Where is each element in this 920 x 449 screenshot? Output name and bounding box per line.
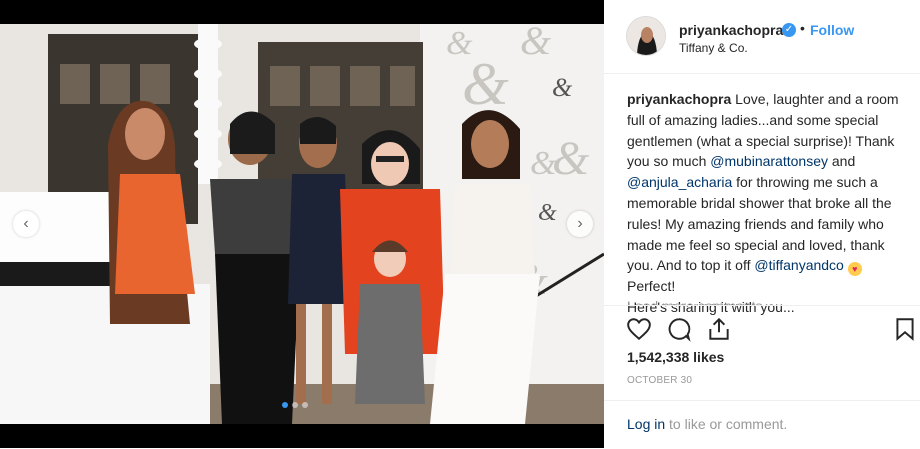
verified-badge-icon: ✓ (782, 23, 796, 37)
post-sidebar: priyankachopra ✓ • Follow Tiffany & Co. … (604, 0, 920, 448)
avatar[interactable] (626, 16, 666, 56)
svg-text:&: & (552, 132, 590, 185)
post-date[interactable]: OCTOBER 30 (627, 375, 692, 386)
login-prompt: Log in to like or comment. (627, 416, 787, 432)
comment-button[interactable] (666, 316, 692, 342)
caption-text: and (827, 153, 856, 170)
follow-button[interactable]: Follow (810, 22, 854, 38)
photo-pane: & & & & & & & & (0, 0, 604, 448)
mention-link[interactable]: @anjula_acharia (627, 174, 732, 190)
login-link[interactable]: Log in (627, 416, 665, 432)
caption-username[interactable]: priyankachopra (627, 91, 731, 107)
separator-dot: • (800, 20, 805, 36)
avatar-image (627, 17, 665, 55)
chevron-right-icon: › (577, 215, 583, 232)
location-link[interactable]: Tiffany & Co. (679, 41, 748, 55)
bookmark-icon (896, 318, 914, 341)
save-button[interactable] (892, 316, 918, 342)
share-button[interactable] (706, 316, 732, 342)
comment-icon (668, 318, 691, 342)
carousel-dot (282, 402, 288, 408)
username-link[interactable]: priyankachopra (679, 22, 783, 38)
next-photo-button[interactable]: › (567, 211, 593, 237)
post-photo[interactable]: & & & & & & & & (0, 24, 604, 424)
share-icon (709, 317, 729, 340)
svg-text:&: & (552, 73, 573, 102)
svg-text:&: & (538, 200, 557, 226)
carousel-dot (302, 402, 308, 408)
mention-link[interactable]: @mubinarattonsey (710, 153, 828, 169)
comment-bar: Log in to like or comment. (604, 400, 920, 449)
chevron-left-icon: ‹ (23, 215, 29, 232)
like-button[interactable] (626, 316, 652, 342)
svg-text:&: & (520, 24, 551, 63)
mention-link[interactable]: @tiffanyandco (754, 257, 843, 273)
carousel-indicator (282, 402, 308, 408)
heart-icon (627, 318, 651, 341)
previous-photo-button[interactable]: ‹ (13, 211, 39, 237)
heart-eyes-emoji-icon: ♥ (847, 262, 862, 277)
caption-text: Perfect! (627, 278, 676, 295)
likes-count[interactable]: 1,542,338 likes (627, 349, 724, 365)
post-caption: priyankachopra Love, laughter and a room… (627, 89, 907, 318)
login-prompt-text: to like or comment. (665, 416, 788, 432)
post-header: priyankachopra ✓ • Follow Tiffany & Co. (604, 0, 920, 74)
svg-text:&: & (462, 51, 509, 117)
party-photo-illustration: & & & & & & & & (0, 24, 604, 424)
carousel-dot (292, 402, 298, 408)
